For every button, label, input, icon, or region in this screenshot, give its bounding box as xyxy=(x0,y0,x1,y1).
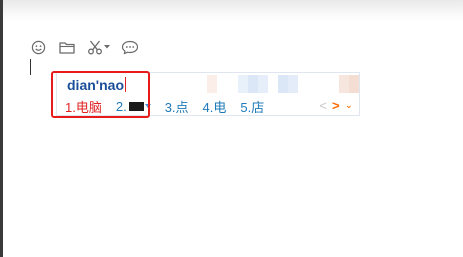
highlight-annotation-box xyxy=(51,71,150,118)
folder-icon xyxy=(59,41,75,54)
send-file-button[interactable] xyxy=(58,39,76,55)
chat-toolbar xyxy=(29,39,140,55)
scissors-icon xyxy=(87,40,102,54)
screenshot-button[interactable] xyxy=(86,39,110,55)
smiley-icon xyxy=(31,40,45,54)
next-page-button[interactable]: > xyxy=(332,98,340,113)
text-caret xyxy=(30,59,31,75)
expand-candidates-button[interactable]: ⌄ xyxy=(345,100,353,111)
window-top-shade xyxy=(0,0,463,22)
chat-history-button[interactable] xyxy=(120,39,140,55)
dropdown-arrow-icon xyxy=(103,45,110,49)
ime-candidate-3[interactable]: 3.点 xyxy=(165,97,189,116)
ime-pager: < > ⌄ xyxy=(319,98,353,113)
ime-candidate-5[interactable]: 5.店 xyxy=(240,97,264,116)
chat-bubble-icon xyxy=(121,40,139,54)
prev-page-button[interactable]: < xyxy=(319,98,327,113)
window-left-edge xyxy=(0,0,3,257)
ime-candidate-4[interactable]: 4.电 xyxy=(203,97,227,116)
pixelated-region xyxy=(197,75,359,93)
emoji-button[interactable] xyxy=(29,39,47,55)
